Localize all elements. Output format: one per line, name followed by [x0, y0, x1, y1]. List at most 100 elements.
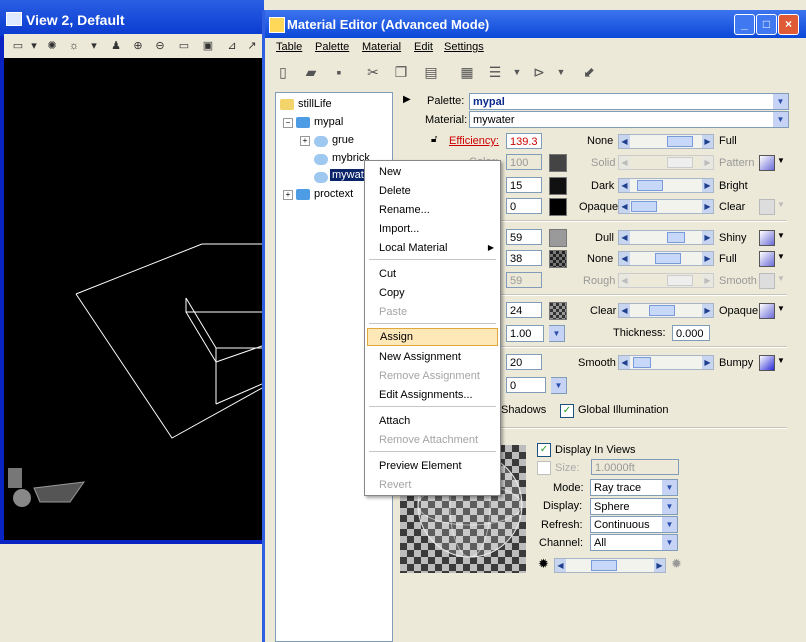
refraction-dropdown[interactable]: ▼: [549, 325, 565, 342]
color-field[interactable]: 100: [506, 154, 542, 170]
slider-thumb[interactable]: [591, 560, 617, 571]
slider-thumb[interactable]: [649, 305, 675, 316]
minimize-button[interactable]: _: [734, 14, 755, 35]
color-slider[interactable]: ◀ ▶: [618, 155, 714, 170]
zoom-out-icon[interactable]: ⊖: [152, 38, 168, 54]
view-titlebar[interactable]: View 2, Default: [0, 0, 264, 36]
thickness-field[interactable]: 0.000: [672, 325, 710, 341]
view-canvas[interactable]: [4, 58, 263, 540]
roughness-slider[interactable]: ◀ ▶: [618, 273, 714, 288]
ctx-cut[interactable]: Cut: [367, 265, 498, 283]
size-field[interactable]: 1.0000ft: [591, 459, 679, 475]
ctx-local-material[interactable]: Local Material ▶: [367, 239, 498, 257]
color-swatch[interactable]: [549, 154, 567, 172]
pan-icon[interactable]: ↗: [244, 38, 260, 54]
collapse-icon[interactable]: −: [283, 118, 293, 128]
display-select[interactable]: Sphere ▼: [590, 498, 678, 515]
right-arrow-icon[interactable]: ▶: [702, 231, 713, 244]
bright-light-icon[interactable]: ✹: [671, 556, 682, 572]
efficiency-slider[interactable]: ◀ ▶: [618, 134, 714, 149]
copy-icon[interactable]: ❐: [391, 62, 411, 82]
left-arrow-icon[interactable]: ◀: [619, 274, 630, 287]
cut-icon[interactable]: ✂: [363, 62, 383, 82]
right-arrow-icon[interactable]: ▶: [702, 179, 713, 192]
slider-thumb[interactable]: [633, 357, 651, 368]
transparency-swatch[interactable]: [549, 198, 567, 216]
refresh-select[interactable]: Continuous ▼: [590, 516, 678, 533]
bump-field[interactable]: 20: [506, 354, 542, 370]
close-button[interactable]: ×: [778, 14, 799, 35]
transparency-slider[interactable]: ◀ ▶: [618, 199, 714, 214]
display-in-views-checkbox[interactable]: ✓: [537, 443, 551, 457]
chevron-down-icon[interactable]: ▼: [777, 156, 785, 165]
right-arrow-icon[interactable]: ▶: [702, 252, 713, 265]
right-arrow-icon[interactable]: ▶: [702, 356, 713, 369]
ctx-remove-attachment[interactable]: Remove Attachment: [367, 431, 498, 449]
light-icon[interactable]: ☼: [66, 38, 82, 54]
slider-thumb[interactable]: [637, 180, 663, 191]
slider-thumb[interactable]: [655, 253, 681, 264]
menu-settings[interactable]: Settings: [444, 41, 484, 53]
palette-select[interactable]: mypal ▼: [469, 93, 789, 110]
query-material-icon[interactable]: ⊳: [529, 62, 549, 82]
material-select[interactable]: mywater ▼: [469, 111, 789, 128]
ctx-new[interactable]: New: [367, 163, 498, 181]
left-arrow-icon[interactable]: ◀: [619, 252, 630, 265]
assign-icon[interactable]: ▦: [457, 62, 477, 82]
translucency-slider[interactable]: ◀ ▶: [618, 303, 714, 318]
roughness-field[interactable]: 59: [506, 272, 542, 288]
left-arrow-icon[interactable]: ◀: [619, 231, 630, 244]
save-icon[interactable]: ▪: [329, 62, 349, 82]
left-arrow-icon[interactable]: ◀: [619, 304, 630, 317]
expand-icon[interactable]: +: [300, 136, 310, 146]
diffuse-slider[interactable]: ◀ ▶: [618, 178, 714, 193]
ctx-paste[interactable]: Paste: [367, 303, 498, 321]
pattern-map-icon[interactable]: [759, 155, 775, 171]
channel-select[interactable]: All ▼: [590, 534, 678, 551]
dropdown-arrow-icon[interactable]: ▼: [551, 62, 571, 82]
slider-thumb[interactable]: [667, 157, 693, 168]
dropdown-arrow-icon[interactable]: ▾: [86, 38, 102, 54]
translucency-field[interactable]: 24: [506, 302, 542, 318]
left-arrow-icon[interactable]: ◀: [619, 200, 630, 213]
dropdown-arrow-icon[interactable]: ▼: [507, 62, 527, 82]
ctx-import[interactable]: Import...: [367, 220, 498, 238]
bump-map-icon[interactable]: [759, 355, 775, 371]
right-arrow-icon[interactable]: ▶: [654, 559, 665, 572]
view-attributes-icon[interactable]: ▭: [10, 38, 26, 54]
expand-arrow-icon[interactable]: ▶: [403, 94, 411, 105]
global-illumination-checkbox[interactable]: ✓: [560, 404, 574, 418]
map-icon[interactable]: [759, 303, 775, 319]
left-arrow-icon[interactable]: ◀: [619, 135, 630, 148]
slider-thumb[interactable]: [667, 136, 693, 147]
map-icon[interactable]: [759, 251, 775, 267]
ctx-attach[interactable]: Attach: [367, 412, 498, 430]
expand-icon[interactable]: +: [283, 190, 293, 200]
zoom-in-icon[interactable]: ⊕: [130, 38, 146, 54]
size-checkbox[interactable]: [537, 461, 551, 475]
slider-thumb[interactable]: [667, 232, 685, 243]
ctx-remove-assignment[interactable]: Remove Assignment: [367, 367, 498, 385]
reflect-swatch[interactable]: [549, 250, 567, 268]
chevron-down-icon[interactable]: ▼: [777, 304, 785, 313]
transparency-field[interactable]: 0: [506, 198, 542, 214]
specular-field[interactable]: 59: [506, 229, 542, 245]
left-arrow-icon[interactable]: ◀: [619, 156, 630, 169]
dim-light-icon[interactable]: ✹: [538, 556, 549, 572]
dropdown-arrow-icon[interactable]: ▾: [26, 38, 42, 54]
chevron-down-icon[interactable]: ▼: [777, 252, 785, 261]
extra-field[interactable]: 0: [506, 377, 546, 393]
ctx-revert[interactable]: Revert: [367, 476, 498, 494]
translucency-swatch[interactable]: [549, 302, 567, 320]
map-icon[interactable]: [759, 199, 775, 215]
map-icon[interactable]: [759, 230, 775, 246]
paste-icon[interactable]: ▤: [421, 62, 441, 82]
left-arrow-icon[interactable]: ◀: [619, 356, 630, 369]
lock-icon[interactable]: 🔓︎: [431, 134, 437, 145]
slider-thumb[interactable]: [631, 201, 657, 212]
right-arrow-icon[interactable]: ▶: [702, 156, 713, 169]
specular-slider[interactable]: ◀ ▶: [618, 230, 714, 245]
menu-edit[interactable]: Edit: [414, 41, 433, 53]
left-arrow-icon[interactable]: ◀: [555, 559, 566, 572]
menu-table[interactable]: Table: [276, 41, 302, 53]
